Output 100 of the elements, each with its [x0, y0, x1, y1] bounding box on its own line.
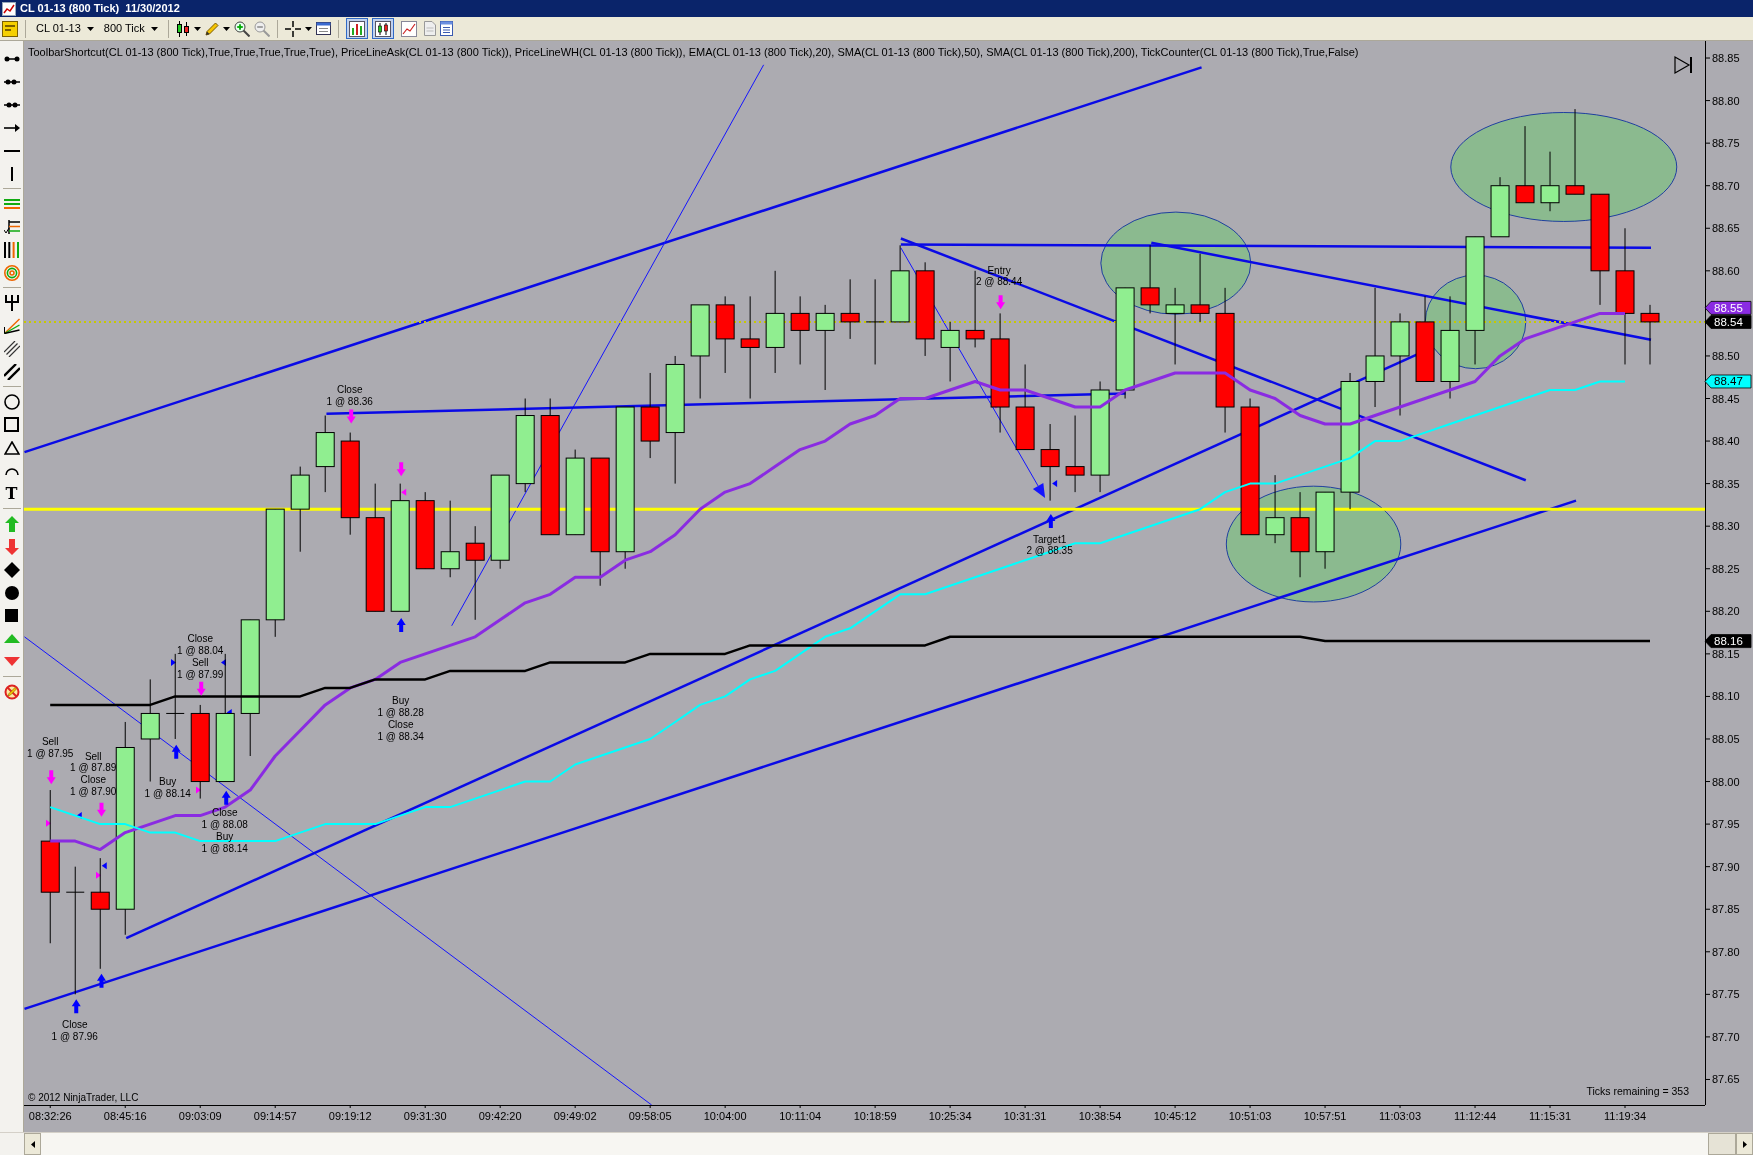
- trade-label: Close: [187, 633, 213, 645]
- window-title: CL 01-13 (800 Tick) 11/30/2012: [20, 1, 180, 16]
- down-arrow-icon: [196, 681, 206, 696]
- line-icon[interactable]: [3, 55, 20, 62]
- copyright-text: © 2012 NinjaTrader, LLC: [28, 1092, 139, 1103]
- horizontal-line-icon[interactable]: [3, 149, 20, 152]
- price-label: 87.90: [1712, 860, 1740, 873]
- trade-label: 1 @ 88.14: [144, 787, 191, 799]
- properties-icon[interactable]: [439, 21, 453, 36]
- trade-label: Buy: [392, 695, 410, 707]
- window-icon[interactable]: [315, 22, 331, 35]
- vertical-line-icon[interactable]: [10, 166, 13, 181]
- trade-label: 1 @ 87.99: [177, 668, 224, 680]
- fib-extension-icon[interactable]: [3, 219, 20, 234]
- trade-label: 1 @ 87.90: [70, 786, 117, 798]
- price-tag: 88.55: [1704, 301, 1752, 315]
- panel-icon[interactable]: [2, 20, 18, 37]
- time-label: 10:38:54: [1078, 1110, 1122, 1122]
- candle: [790, 295, 810, 365]
- diagonal-lines-icon[interactable]: [3, 340, 20, 357]
- time-label: 09:49:02: [553, 1110, 597, 1122]
- channel-icon[interactable]: [3, 198, 20, 209]
- concentric-circles-icon[interactable]: [3, 264, 20, 281]
- dot-icon[interactable]: [4, 585, 19, 600]
- price-tag: 88.54: [1704, 315, 1752, 329]
- zoom-in-icon[interactable]: [233, 20, 250, 37]
- caret-icon[interactable]: [193, 26, 201, 31]
- ray-icon[interactable]: [3, 78, 20, 85]
- candlestick-icon[interactable]: [175, 20, 190, 37]
- trade-label: Sell: [84, 750, 102, 762]
- interval-dropdown[interactable]: 800 Tick: [100, 18, 161, 39]
- time-label: 09:19:12: [328, 1110, 372, 1122]
- candle: [840, 278, 860, 340]
- crossed-circle-icon[interactable]: [3, 683, 20, 700]
- diamond-icon[interactable]: [3, 561, 20, 578]
- price-tag: 88.16: [1704, 634, 1752, 648]
- caret-icon[interactable]: [222, 26, 230, 31]
- price-label: 87.75: [1712, 988, 1740, 1001]
- scroll-right-button[interactable]: [1736, 1133, 1753, 1155]
- trade-label: Entry: [987, 265, 1011, 277]
- time-label: 11:03:03: [1379, 1110, 1422, 1122]
- price-label: 88.85: [1712, 52, 1740, 64]
- up-arrow-icon: [97, 973, 106, 988]
- fan-icon[interactable]: [3, 317, 20, 334]
- time-label: 09:03:09: [178, 1110, 222, 1122]
- parallel-diagonals-icon[interactable]: [3, 363, 20, 380]
- instrument-dropdown[interactable]: CL 01-13: [33, 18, 97, 39]
- price-label: 88.40: [1712, 435, 1740, 448]
- text-tool[interactable]: T: [5, 485, 18, 502]
- down-arrow-icon[interactable]: [4, 538, 19, 555]
- up-arrow-icon: [171, 744, 181, 759]
- price-label: 88.80: [1712, 94, 1740, 107]
- price-label: 88.20: [1712, 605, 1740, 618]
- candle: [1490, 176, 1510, 238]
- caret-icon[interactable]: [304, 26, 312, 31]
- down-arrow-icon: [97, 802, 106, 817]
- price-label: 88.05: [1712, 733, 1740, 745]
- square-icon[interactable]: [4, 417, 19, 432]
- pitchfork-icon[interactable]: [4, 294, 19, 311]
- arc-icon[interactable]: [4, 466, 19, 475]
- time-label: 10:51:03: [1228, 1110, 1272, 1122]
- price-label: 88.10: [1712, 690, 1740, 703]
- triangle-icon[interactable]: [3, 440, 20, 455]
- scrollbar-thumb[interactable]: [1708, 1133, 1736, 1155]
- indicator-label: ToolbarShortcut(CL 01-13 (800 Tick),True,True,True,True,True), PriceLineAsk(CL 01-13 (800 Tick)), PriceLineWH(CL 01-13 (800 Tick)), EMA(CL 01-13 (800 Tick),20), SMA(CL 01-13 (800 Tick),50), SMA(CL 01-13 (800 Tick),200), TickCounter(CL 01-13 (800 Tick),True,False): [28, 46, 1359, 58]
- extended-line-icon[interactable]: [3, 101, 20, 108]
- time-label: 10:31:31: [1003, 1110, 1047, 1122]
- time-label: 10:04:00: [703, 1110, 747, 1122]
- trade-label: Buy: [216, 831, 234, 843]
- time-label: 10:57:51: [1303, 1110, 1347, 1122]
- time-label: 09:42:20: [478, 1110, 522, 1122]
- skip-to-end-icon[interactable]: [1674, 55, 1692, 75]
- price-label: 87.65: [1712, 1073, 1740, 1086]
- trade-label: 1 @ 88.36: [326, 396, 373, 408]
- time-label: 10:11:04: [779, 1110, 822, 1122]
- candle: [1140, 244, 1160, 314]
- vertical-lines-icon[interactable]: [4, 241, 19, 258]
- time-label: 11:15:31: [1529, 1110, 1572, 1122]
- toggle-button[interactable]: [345, 18, 368, 39]
- arrow-line-icon[interactable]: [3, 123, 20, 132]
- triangle-down-icon[interactable]: [3, 657, 20, 666]
- trade-label: Buy: [159, 776, 177, 788]
- toggle-button[interactable]: [371, 18, 394, 39]
- trade-label: Close: [336, 384, 363, 396]
- price-label: 88.25: [1712, 562, 1740, 575]
- crosshair-icon[interactable]: [284, 20, 301, 37]
- time-label: 10:45:12: [1153, 1110, 1197, 1122]
- pencil-icon[interactable]: [204, 21, 219, 36]
- caret-icon: [150, 26, 158, 31]
- scroll-left-button[interactable]: [24, 1133, 41, 1155]
- candle: [940, 321, 960, 382]
- trade-label: 1 @ 87.95: [27, 747, 74, 759]
- price-label: 88.65: [1712, 222, 1740, 235]
- trade-label: Close: [387, 719, 414, 730]
- up-arrow-icon: [396, 617, 406, 632]
- circle-icon[interactable]: [3, 393, 20, 410]
- time-label: 11:12:44: [1454, 1110, 1497, 1122]
- trade-label: 1 @ 88.08: [201, 818, 248, 830]
- trade-label: 1 @ 88.34: [377, 730, 424, 742]
- caret-icon: [86, 26, 94, 31]
